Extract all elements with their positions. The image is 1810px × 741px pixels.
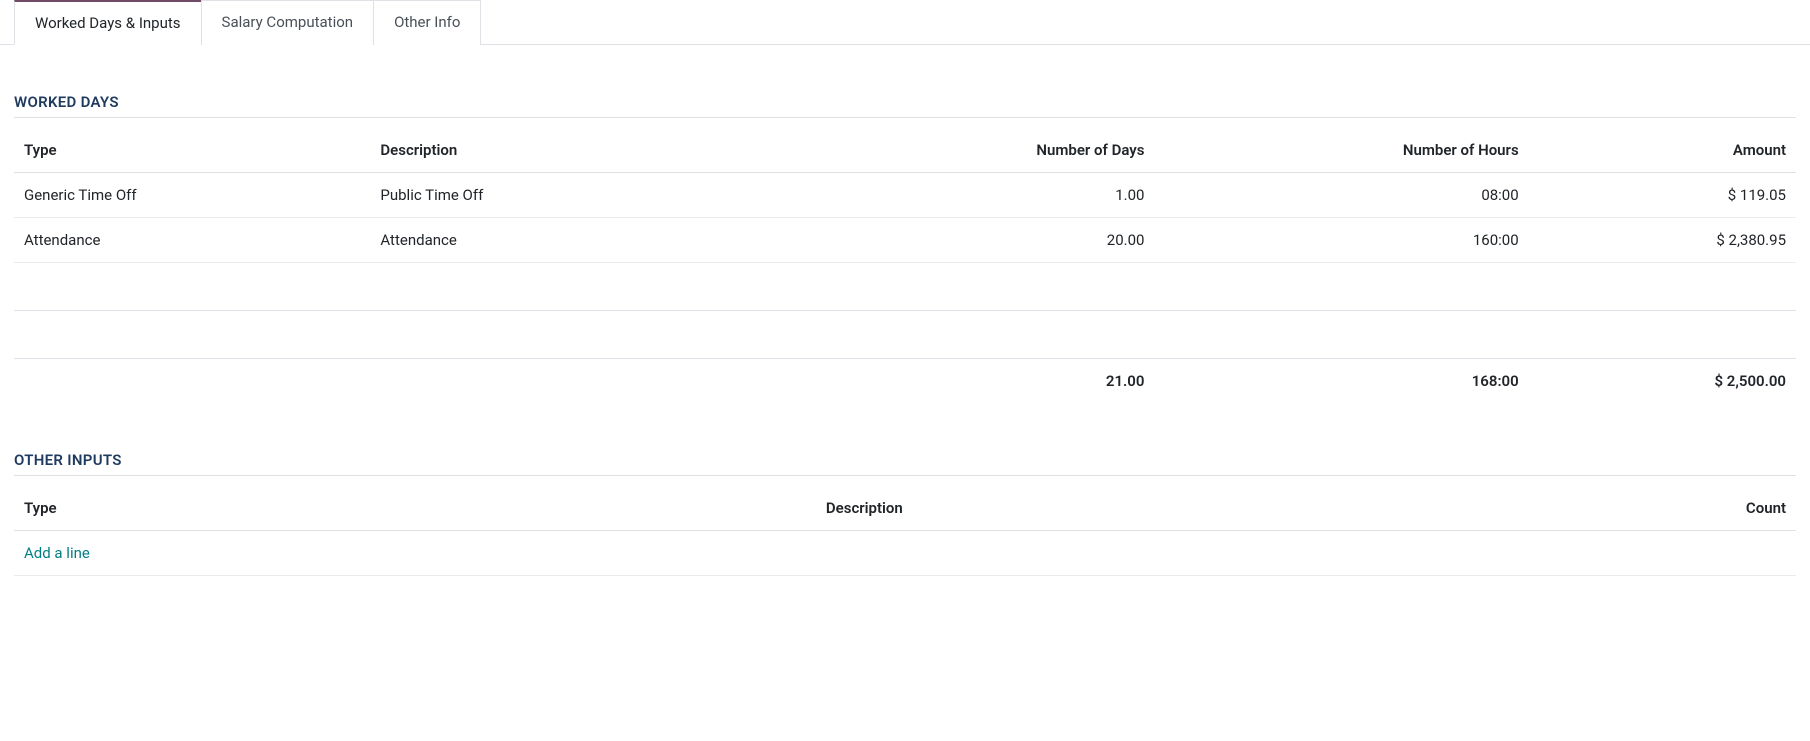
worked-days-total-amount: $ 2,500.00 bbox=[1529, 359, 1796, 404]
tab-salary-computation[interactable]: Salary Computation bbox=[201, 0, 375, 45]
worked-days-header-description[interactable]: Description bbox=[370, 128, 833, 173]
section-title-other-inputs: OTHER INPUTS bbox=[14, 451, 1796, 476]
worked-days-total-days: 21.00 bbox=[834, 359, 1155, 404]
section-title-worked-days: WORKED DAYS bbox=[14, 93, 1796, 118]
worked-days-cell-type[interactable]: Attendance bbox=[14, 218, 370, 263]
worked-days-table: Type Description Number of Days Number o… bbox=[14, 128, 1796, 403]
worked-days-cell-type[interactable]: Generic Time Off bbox=[14, 173, 370, 218]
add-line-row[interactable]: Add a line bbox=[14, 531, 1796, 576]
other-inputs-table: Type Description Count Add a line bbox=[14, 486, 1796, 576]
worked-days-header-num-days[interactable]: Number of Days bbox=[834, 128, 1155, 173]
worked-days-cell-description[interactable]: Public Time Off bbox=[370, 173, 833, 218]
worked-days-cell-num-hours[interactable]: 08:00 bbox=[1154, 173, 1528, 218]
worked-days-cell-num-days[interactable]: 20.00 bbox=[834, 218, 1155, 263]
worked-days-header-type[interactable]: Type bbox=[14, 128, 370, 173]
table-row[interactable]: Attendance Attendance 20.00 160:00 $ 2,3… bbox=[14, 218, 1796, 263]
tabs-container: Worked Days & Inputs Salary Computation … bbox=[0, 0, 1810, 45]
worked-days-cell-amount[interactable]: $ 2,380.95 bbox=[1529, 218, 1796, 263]
worked-days-totals-row: 21.00 168:00 $ 2,500.00 bbox=[14, 359, 1796, 404]
worked-days-cell-description[interactable]: Attendance bbox=[370, 218, 833, 263]
other-inputs-header-count[interactable]: Count bbox=[1618, 486, 1796, 531]
table-row[interactable]: Generic Time Off Public Time Off 1.00 08… bbox=[14, 173, 1796, 218]
worked-days-total-hours: 168:00 bbox=[1154, 359, 1528, 404]
worked-days-cell-amount[interactable]: $ 119.05 bbox=[1529, 173, 1796, 218]
add-a-line-button[interactable]: Add a line bbox=[14, 531, 1796, 575]
other-inputs-header-description[interactable]: Description bbox=[816, 486, 1618, 531]
tab-other-info[interactable]: Other Info bbox=[373, 0, 481, 45]
other-inputs-header-type[interactable]: Type bbox=[14, 486, 816, 531]
worked-days-cell-num-hours[interactable]: 160:00 bbox=[1154, 218, 1528, 263]
worked-days-cell-num-days[interactable]: 1.00 bbox=[834, 173, 1155, 218]
worked-days-header-num-hours[interactable]: Number of Hours bbox=[1154, 128, 1528, 173]
worked-days-header-amount[interactable]: Amount bbox=[1529, 128, 1796, 173]
tab-worked-days-inputs[interactable]: Worked Days & Inputs bbox=[14, 0, 202, 45]
